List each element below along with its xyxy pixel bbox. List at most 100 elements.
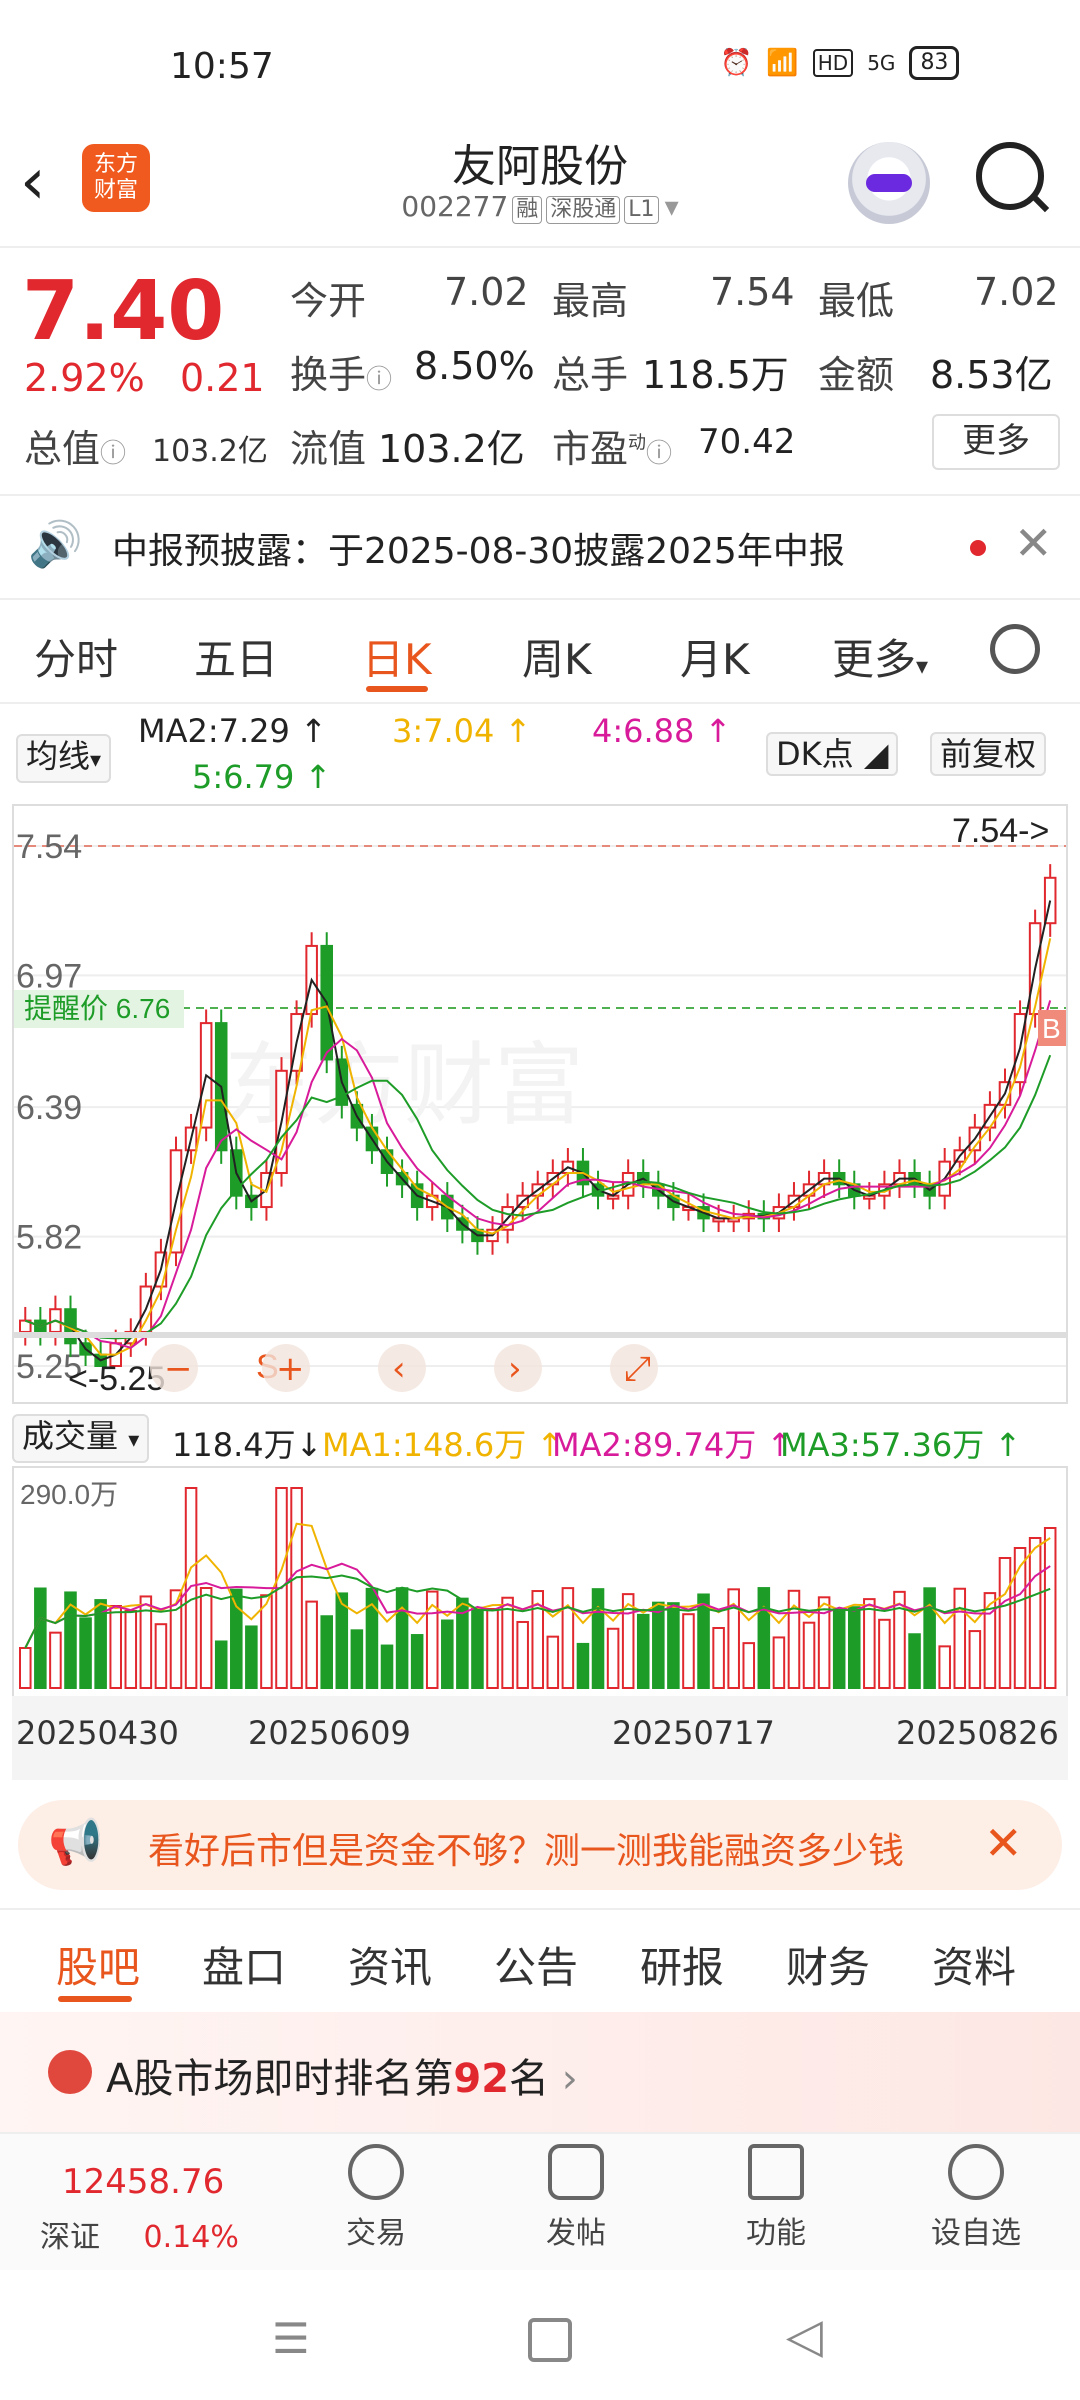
volume-bar [124, 1609, 138, 1689]
post-button[interactable]: 发帖 [506, 2144, 646, 2252]
buy-marker: B [1042, 1013, 1061, 1044]
settings-gear-icon[interactable] [990, 624, 1040, 674]
open-value: 7.02 [444, 270, 529, 314]
megaphone-icon: 📢 [48, 1817, 103, 1868]
volume-bar [199, 1587, 213, 1689]
home-icon[interactable] [528, 2318, 572, 2362]
dk-point-selector[interactable]: DK点 ◢ [766, 732, 899, 776]
tab-pankou[interactable]: 盘口 [202, 1934, 286, 1995]
market-rank-banner[interactable]: A股市场即时排名第92名 › [0, 2012, 1080, 2132]
active-tab-underline [366, 686, 428, 692]
dropdown-icon[interactable]: ▾ [665, 190, 679, 223]
rank-text: A股市场即时排名第92名 › [106, 2056, 578, 2102]
bottom-toolbar: 12458.76 深证 0.14% 交易 发帖 功能 设自选 [0, 2132, 1080, 2272]
search-icon[interactable] [976, 142, 1044, 210]
total-hands-value: 118.5万 [642, 353, 789, 397]
volume-bar [79, 1617, 92, 1689]
tab-research[interactable]: 研报 [640, 1934, 724, 1995]
volume-bar [772, 1636, 786, 1689]
volume-bar [546, 1635, 560, 1689]
post-label: 发帖 [546, 2216, 606, 2251]
amount-value: 8.53亿 [930, 353, 1053, 397]
high-label: 最高 [552, 279, 629, 323]
fullscreen-icon: ⤢ [624, 1349, 651, 1389]
ma-selector[interactable]: 均线▾ [16, 734, 112, 783]
rank-number: 92 [453, 2056, 510, 2102]
more-dots-icon [948, 2144, 1004, 2200]
info-icon[interactable]: ⓘ [100, 439, 126, 469]
clock: 10:57 [170, 46, 274, 87]
tab-news[interactable]: 资讯 [348, 1934, 432, 1995]
unread-dot [970, 540, 986, 556]
high-marker: 7.54-> [952, 812, 1049, 850]
tab-daily-k[interactable]: 日K [362, 626, 432, 687]
volume-bar [320, 1615, 334, 1689]
hd-icon: HD [812, 49, 854, 77]
kline-svg: 东方财富 提醒价 6.76 7.546.976.395.825.25 7.54-… [14, 812, 1066, 1398]
index-value: 12458.76 [62, 2162, 225, 2202]
pe-label: 市盈动ⓘ [552, 427, 673, 471]
alert-label[interactable]: 提醒价 6.76 [24, 993, 170, 1024]
low-label: 最低 [818, 279, 895, 323]
tab-finance[interactable]: 财务 [786, 1934, 870, 1995]
volume-bar [561, 1587, 575, 1689]
ma3-value: 3:7.04 ↑ [392, 712, 532, 750]
info-icon[interactable]: ⓘ [366, 365, 392, 395]
volume-bar [335, 1592, 349, 1689]
margin-tag: 融 [512, 196, 543, 224]
volume-svg: 290.0万 [19, 1479, 1057, 1690]
tab-weekly-k[interactable]: 周K [522, 626, 592, 687]
info-icon[interactable]: ⓘ [646, 439, 672, 469]
volume-bar [501, 1596, 514, 1690]
tab-fenshi[interactable]: 分时 [34, 626, 118, 687]
volume-bar [350, 1629, 364, 1689]
index-widget[interactable]: 12458.76 深证 0.14% [40, 2162, 280, 2256]
volume-chart[interactable]: 290.0万 [12, 1466, 1068, 1696]
assistant-robot-icon[interactable] [848, 142, 930, 224]
tab-profile[interactable]: 资料 [932, 1934, 1016, 1995]
ma5-value: 5:6.79 ↑ [192, 758, 332, 796]
volume-bar [19, 1647, 32, 1689]
volume-selector[interactable]: 成交量 ▾ [12, 1414, 150, 1463]
volume-ma2: MA2:89.74万 ↑ [552, 1426, 794, 1464]
volume-bar [441, 1619, 454, 1689]
volume-ma3: MA3:57.36万 ↑ [780, 1426, 1022, 1464]
promo-banner[interactable]: 📢 看好后市但是资金不够？测一测我能融资多少钱 ✕ [18, 1800, 1062, 1890]
close-icon[interactable]: ✕ [1014, 516, 1053, 570]
tab-monthly-k[interactable]: 月K [680, 626, 750, 687]
volume-bar [832, 1608, 846, 1689]
minus-icon: − [164, 1349, 193, 1389]
volume-ma1: MA1:148.6万 ↑ [322, 1426, 564, 1464]
add-watchlist-label: 设自选 [931, 2216, 1021, 2251]
tab-more[interactable]: 更多▾ [832, 626, 928, 687]
volume-bar [49, 1631, 62, 1689]
adjust-selector[interactable]: 前复权 [930, 732, 1047, 776]
y-axis-label: 6.39 [16, 1089, 82, 1127]
volume-bar [742, 1642, 756, 1689]
function-button[interactable]: 功能 [706, 2144, 846, 2252]
promo-text: 看好后市但是资金不够？测一测我能融资多少钱 [148, 1831, 905, 1872]
trade-button[interactable]: 交易 [306, 2144, 446, 2252]
chevron-down-icon: ▾ [128, 1428, 140, 1453]
volume-bar [245, 1625, 258, 1689]
edit-icon [548, 2144, 604, 2200]
volume-bar [290, 1487, 303, 1689]
chevron-down-icon: ▾ [916, 652, 929, 680]
kline-chart[interactable]: 东方财富 提醒价 6.76 7.54 6.97 6.39 5.82 5.25 7.54-… [12, 804, 1068, 1404]
tab-guba[interactable]: 股吧 [56, 1934, 140, 1995]
menu-icon[interactable]: ☰ [272, 2314, 310, 2363]
volume-bar [410, 1634, 424, 1690]
notice-bar[interactable]: 🔊 中报预披露：于2025-08-30披露2025年中报 ✕ [0, 494, 1080, 600]
tab-wuri[interactable]: 五日 [194, 626, 278, 687]
volume-bar [953, 1587, 967, 1689]
more-button[interactable]: 更多 [932, 414, 1060, 470]
chevron-right-icon: › [561, 2056, 578, 2102]
quote-panel: 7.40 2.92% 0.21 总值ⓘ 103.2亿 今开 7.02 最高 7.… [0, 246, 1080, 492]
close-icon[interactable]: ✕ [984, 1816, 1023, 1870]
tab-announcement[interactable]: 公告 [494, 1934, 578, 1995]
add-watchlist-button[interactable]: 设自选 [906, 2144, 1046, 2252]
total-value: 103.2亿 [152, 434, 268, 469]
date-label: 20250826 [896, 1714, 1059, 1752]
amount-label: 金额 [818, 353, 895, 397]
back-icon[interactable]: ◁ [786, 2308, 823, 2364]
